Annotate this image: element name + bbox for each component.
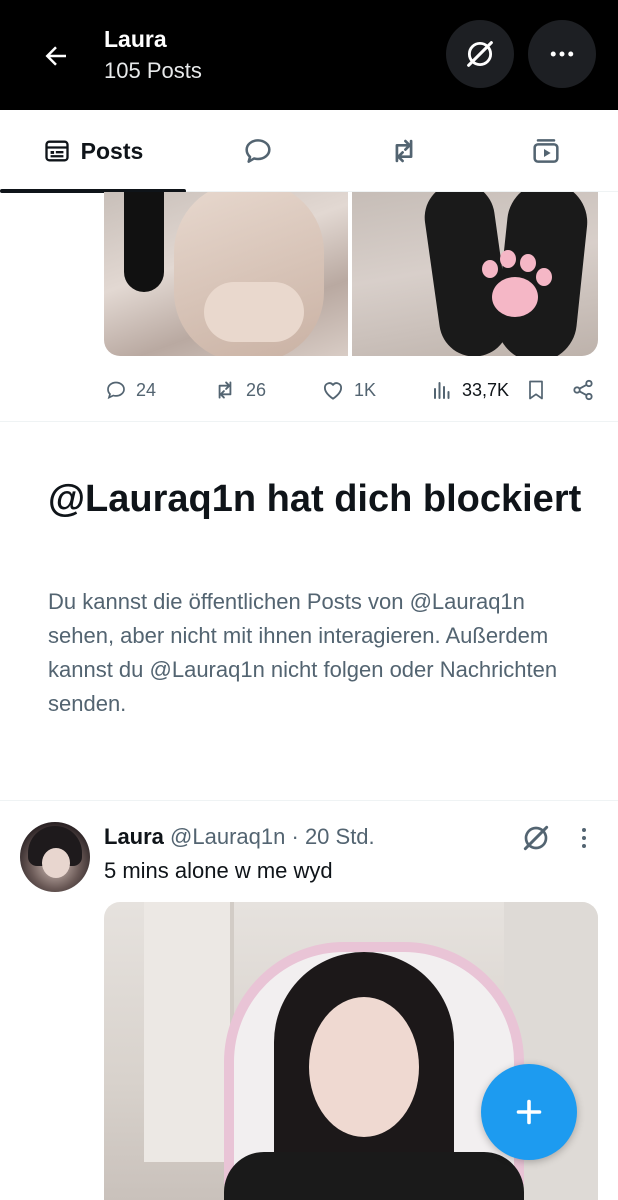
post-image-left[interactable] <box>104 192 348 356</box>
tab-replies[interactable] <box>216 110 300 192</box>
compose-button[interactable] <box>481 1064 577 1160</box>
reply-icon <box>107 381 125 400</box>
repost-button[interactable]: 26 <box>212 368 266 412</box>
tab-posts[interactable]: Posts <box>0 110 186 193</box>
grok-post-button[interactable] <box>520 822 552 854</box>
repost-icon <box>395 139 413 163</box>
analytics-icon <box>434 382 450 399</box>
author-handle[interactable]: @Lauraq1n <box>170 824 285 849</box>
post-header: Laura @Lauraq1n · 20 Std. <box>104 824 375 850</box>
more-vertical-icon <box>582 828 586 848</box>
foot-shape <box>204 282 304 342</box>
share-icon <box>573 379 593 401</box>
post-actions: 24 26 1K 33,7K <box>104 368 598 412</box>
tab-media[interactable] <box>504 110 588 192</box>
profile-name: Laura <box>104 26 167 52</box>
more-horizontal-icon <box>550 51 574 57</box>
paw-pad-toe <box>536 268 552 286</box>
paw-pad-toe <box>500 250 516 268</box>
repost-count: 26 <box>246 379 267 400</box>
plus-icon <box>516 1099 542 1125</box>
more-button[interactable] <box>528 20 596 88</box>
like-button[interactable]: 1K <box>320 368 376 412</box>
view-count: 33,7K <box>462 379 510 400</box>
bookmark-button[interactable] <box>524 368 548 412</box>
grok-slash-icon <box>467 41 493 67</box>
door-frame <box>144 902 234 1162</box>
profile-header: Laura 105 Posts <box>0 0 618 110</box>
profile-tabs: Posts <box>0 110 618 193</box>
meta-separator: · <box>291 824 299 849</box>
post-image-right[interactable] <box>352 192 598 356</box>
blocked-title: @Lauraq1n hat dich blockiert <box>48 478 582 520</box>
avatar-face <box>42 848 70 878</box>
post-text: 5 mins alone w me wyd <box>104 858 333 883</box>
heart-icon <box>323 382 343 400</box>
media-play-icon <box>533 139 559 163</box>
arrow-left-icon <box>45 46 66 66</box>
replies-bubble-icon <box>245 139 271 163</box>
paw-pad-toe <box>520 254 536 272</box>
reply-button[interactable]: 24 <box>104 368 156 412</box>
face-shape <box>309 997 419 1137</box>
reply-count: 24 <box>136 379 157 400</box>
paw-pad-large <box>492 277 538 317</box>
grok-button[interactable] <box>446 20 514 88</box>
grok-slash-icon <box>523 825 549 851</box>
top-shape <box>224 1152 524 1200</box>
post-more-button[interactable] <box>572 822 596 854</box>
divider <box>0 800 618 801</box>
paw-pad-toe <box>482 260 498 278</box>
blocked-description: Du kannst die öffentlichen Posts von @La… <box>48 589 558 716</box>
post-count: 105 Posts <box>104 58 202 83</box>
like-count: 1K <box>354 379 377 400</box>
posts-list-icon <box>45 140 69 162</box>
tab-reposts[interactable] <box>362 110 446 192</box>
tab-posts-label: Posts <box>80 137 144 164</box>
divider <box>0 421 618 422</box>
repost-icon <box>218 381 232 399</box>
avatar[interactable] <box>20 822 90 892</box>
views-button[interactable]: 33,7K <box>430 368 509 412</box>
hair-shape <box>124 192 164 292</box>
bookmark-icon <box>529 380 543 400</box>
author-name[interactable]: Laura <box>104 824 164 849</box>
share-button[interactable] <box>570 368 596 412</box>
back-button[interactable] <box>36 36 76 76</box>
post-time[interactable]: 20 Std. <box>305 824 375 849</box>
